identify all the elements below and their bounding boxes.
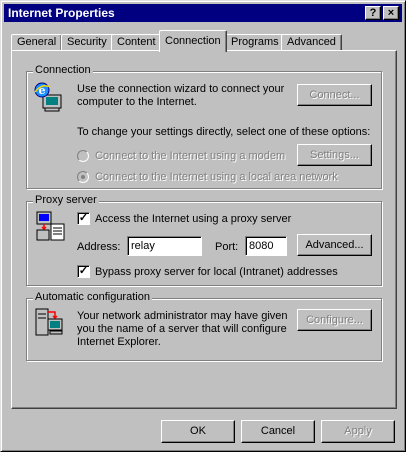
radio-lan[interactable] — [77, 171, 89, 183]
tab-advanced[interactable]: Advanced — [281, 34, 342, 51]
connection-wizard-icon: e — [34, 82, 62, 112]
settings-button[interactable]: Settings... — [297, 144, 372, 166]
tab-general[interactable]: General — [11, 34, 63, 51]
wizard-text-line1: Use the connection wizard to connect you… — [77, 83, 285, 95]
bypass-proxy-checkbox[interactable]: ✓ — [77, 265, 90, 278]
proxy-legend: Proxy server — [33, 194, 99, 206]
configure-button[interactable]: Configure... — [297, 309, 372, 331]
auto-config-legend: Automatic configuration — [33, 291, 152, 303]
cancel-button[interactable]: Cancel — [241, 420, 315, 443]
connection-group: Connection e Use the connection wizard t… — [26, 64, 382, 189]
auto-config-icon — [35, 308, 63, 336]
help-button[interactable]: ? — [365, 6, 381, 20]
port-label: Port: — [215, 241, 239, 253]
auto-config-text-line3: Internet Explorer. — [77, 336, 161, 348]
wizard-text-line2: computer to the Internet. — [77, 96, 197, 108]
bypass-proxy-label: Bypass proxy server for local (Intranet)… — [95, 266, 338, 278]
access-proxy-checkbox[interactable]: ✓ — [77, 212, 90, 225]
window-title: Internet Properties — [8, 6, 115, 20]
radio-modem-label: Connect to the Internet using a modem — [95, 150, 286, 162]
title-bar[interactable]: Internet Properties ? × — [4, 4, 402, 22]
close-button[interactable]: × — [383, 6, 399, 20]
address-label: Address: — [77, 241, 121, 253]
proxy-server-group: Proxy server ✓ Access the Internet using… — [26, 194, 382, 286]
connection-legend: Connection — [33, 64, 93, 76]
apply-button[interactable]: Apply — [321, 420, 395, 443]
checkmark-icon: ✓ — [78, 265, 89, 277]
radio-lan-label: Connect to the Internet using a local ar… — [95, 171, 338, 183]
access-proxy-label: Access the Internet using a proxy server — [95, 213, 292, 225]
internet-properties-dialog: Internet Properties ? × General Security… — [0, 0, 406, 452]
ok-button[interactable]: OK — [161, 420, 235, 443]
help-icon: ? — [369, 7, 377, 19]
advanced-button[interactable]: Advanced... — [297, 234, 372, 256]
auto-config-group: Automatic configuration Your network adm… — [26, 291, 382, 361]
tab-connection[interactable]: Connection — [159, 30, 227, 52]
close-icon: × — [387, 7, 395, 19]
tab-content[interactable]: Content — [111, 34, 162, 51]
checkmark-icon: ✓ — [78, 212, 89, 224]
address-input[interactable]: relay — [127, 236, 202, 256]
change-settings-text: To change your settings directly, select… — [77, 126, 371, 138]
auto-config-text-line2: you the name of a server that will confi… — [77, 323, 287, 335]
port-input[interactable]: 8080 — [245, 236, 287, 256]
radio-modem[interactable] — [77, 150, 89, 162]
proxy-server-icon — [36, 211, 65, 241]
connect-button[interactable]: Connect... — [297, 84, 372, 106]
auto-config-text-line1: Your network administrator may have give… — [77, 310, 288, 322]
tab-security[interactable]: Security — [61, 34, 113, 51]
tab-programs[interactable]: Programs — [225, 34, 285, 51]
